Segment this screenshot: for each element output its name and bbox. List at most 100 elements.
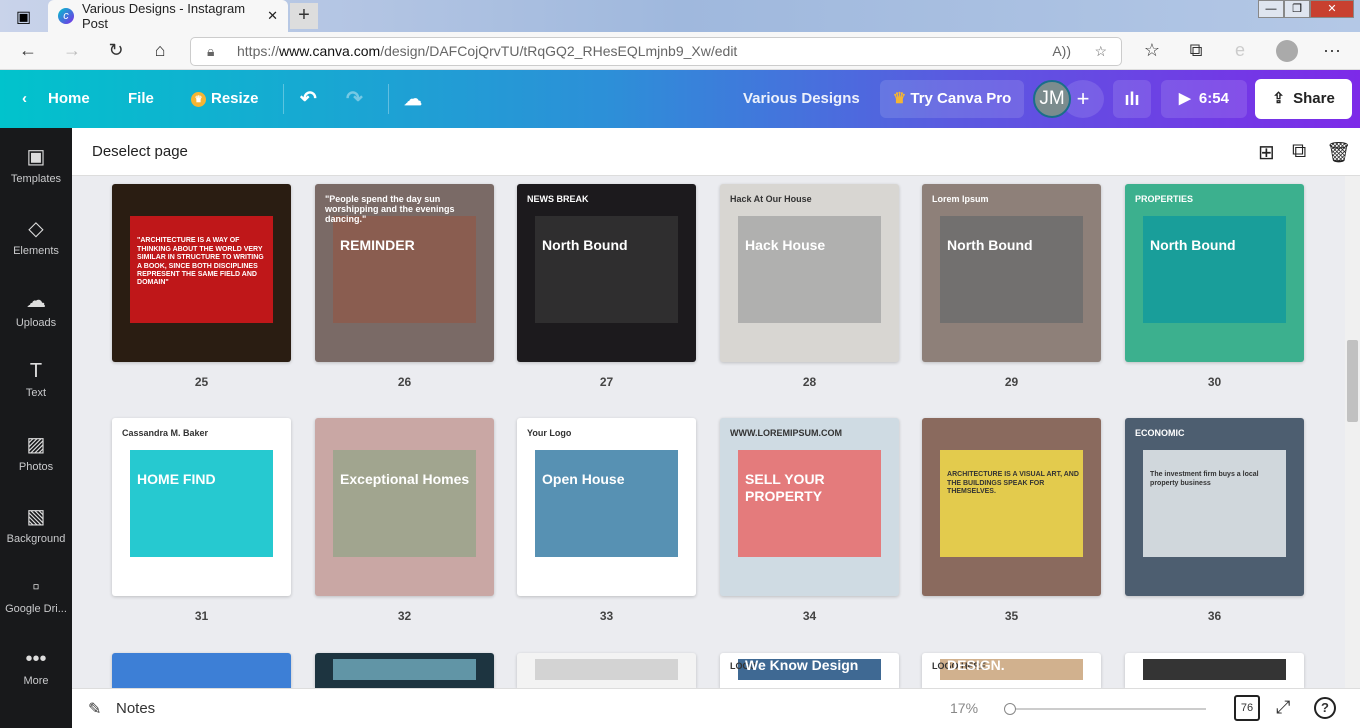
share-icon: ⇪ [1272, 90, 1285, 107]
sidebar-icon: ••• [25, 648, 47, 670]
deselect-page-button[interactable]: Deselect page [92, 143, 188, 160]
browser-tab-strip: ▣ c Various Designs - Instagram Post ✕ +… [0, 0, 1360, 32]
page-thumbnail[interactable]: Hack At Our House Hack House [720, 184, 899, 362]
favorites-icon[interactable]: ☆ [1140, 40, 1164, 61]
thumbnail-accent-block [737, 216, 882, 323]
read-aloud-icon[interactable]: A)) [1052, 38, 1071, 65]
close-tab-icon[interactable]: ✕ [267, 8, 278, 24]
design-title[interactable]: Various Designs [743, 70, 860, 128]
tab-actions-icon[interactable]: ▣ [16, 7, 31, 27]
sidebar-icon: ▧ [26, 506, 46, 528]
thumbnail-accent-block [534, 450, 679, 557]
page-thumbnail[interactable] [315, 653, 494, 688]
sidebar-icon: ▣ [26, 146, 46, 168]
page-thumbnail[interactable]: NEWS BREAK North Bound [517, 184, 696, 362]
profile-icon[interactable] [1276, 40, 1298, 62]
thumbnail-accent-block [332, 450, 477, 557]
thumbnail-title: North Bound [947, 237, 1033, 254]
sidebar-item-text[interactable]: T Text [0, 360, 72, 399]
page-thumbnail[interactable]: Exceptional Homes [315, 418, 494, 596]
thumbnail-accent-block [1142, 216, 1287, 323]
close-window-button[interactable]: ✕ [1310, 0, 1354, 18]
scrollbar-thumb[interactable] [1347, 340, 1358, 422]
sidebar-item-background[interactable]: ▧ Background [0, 504, 72, 545]
forward-icon[interactable]: → [60, 40, 84, 61]
sidebar-icon: ◇ [28, 218, 44, 240]
fullscreen-icon[interactable]: ⤢ [1276, 697, 1290, 718]
trash-icon[interactable]: 🗑︎ [1326, 140, 1351, 165]
page-thumbnail[interactable]: PROPERTIES North Bound [1125, 184, 1304, 362]
avatar[interactable]: JM [1033, 80, 1071, 118]
timer-label: 6:54 [1198, 90, 1229, 107]
ie-mode-icon[interactable]: e [1228, 40, 1252, 61]
thumbnail-title: Exceptional Homes [340, 471, 470, 488]
url-path: /design/DAFCojQrvTU/tRqGQ2_RHesEQLmjnb9_… [380, 43, 738, 59]
page-thumbnail[interactable] [112, 653, 291, 688]
page-thumbnail[interactable]: LOGO HERE DESIGN. [922, 653, 1101, 688]
help-button[interactable]: ? [1314, 697, 1336, 719]
undo-icon[interactable]: ↶ [300, 70, 317, 128]
page-thumbnail[interactable]: "ARCHITECTURE IS A WAY OF THINKING ABOUT… [112, 184, 291, 362]
page-thumbnail[interactable]: Lorem Ipsum North Bound [922, 184, 1101, 362]
page-thumbnail[interactable]: WWW.LOREMIPSUM.COM SELL YOUR PROPERTY [720, 418, 899, 596]
left-sidebar: ▣ Templates ◇ Elements ☁ Uploads T Text ▨ Photos ▧… [0, 128, 72, 728]
collections-icon[interactable]: ⧉ [1184, 40, 1208, 61]
url-input[interactable]: 🔒︎ https://www.canva.com/design/DAFCojQr… [190, 37, 1122, 66]
crown-icon: ♛ [892, 90, 907, 107]
restore-button[interactable]: ❐ [1284, 0, 1310, 18]
notes-button[interactable]: Notes [116, 700, 155, 717]
page-thumbnail[interactable]: Cassandra M. Baker HOME FIND [112, 418, 291, 596]
page-thumbnail[interactable] [1125, 653, 1304, 688]
home-icon[interactable]: ⌂ [148, 40, 172, 61]
notes-icon[interactable]: ✎ [88, 699, 101, 719]
tab-title: Various Designs - Instagram Post [82, 1, 246, 31]
more-menu-icon[interactable]: ··· [1320, 40, 1344, 61]
grid-view-button[interactable]: 76 [1234, 695, 1260, 721]
add-favorite-icon[interactable]: ☆ [1094, 38, 1107, 65]
redo-icon[interactable]: ↷ [346, 70, 363, 128]
page-thumbnail[interactable]: LOGO We Know Design [720, 653, 899, 688]
sidebar-label: Photos [18, 461, 54, 473]
try-canva-pro-button[interactable]: ♛ Try Canva Pro [880, 80, 1024, 118]
resize-button[interactable]: Resize [211, 70, 259, 128]
try-pro-label: Try Canva Pro [910, 90, 1012, 107]
page-thumbnail[interactable]: ECONOMIC The investment firm buys a local… [1125, 418, 1304, 596]
thumbnail-title: Hack House [745, 237, 826, 254]
present-button[interactable]: ▶ 6:54 [1161, 80, 1247, 118]
sidebar-item-templates[interactable]: ▣ Templates [0, 144, 72, 185]
add-page-icon[interactable]: ⊞ [1258, 140, 1275, 165]
refresh-icon[interactable]: ↻ [104, 40, 128, 61]
thumbnail-accent-block [1142, 659, 1287, 681]
sidebar-item-photos[interactable]: ▨ Photos [0, 432, 72, 473]
thumbnail-subtitle: NEWS BREAK [527, 194, 589, 204]
thumbnail-subtitle: "People spend the day sun worshipping an… [325, 194, 455, 224]
sidebar-label: More [23, 675, 49, 687]
page-thumbnail[interactable]: Your Logo Open House [517, 418, 696, 596]
zoom-level: 17% [950, 700, 979, 716]
duplicate-page-icon[interactable]: ⧉ [1292, 140, 1306, 163]
sidebar-item-elements[interactable]: ◇ Elements [0, 216, 72, 257]
thumbnail-title: HOME FIND [137, 471, 216, 488]
browser-tab[interactable]: c Various Designs - Instagram Post ✕ [48, 0, 288, 32]
new-tab-button[interactable]: + [290, 3, 318, 29]
sidebar-item-uploads[interactable]: ☁ Uploads [0, 288, 72, 329]
divider [283, 84, 284, 114]
zoom-slider[interactable] [1004, 703, 1206, 715]
page-number: 29 [1004, 375, 1019, 389]
file-menu-button[interactable]: File [128, 70, 154, 128]
share-button[interactable]: ⇪ Share [1255, 79, 1352, 119]
home-button[interactable]: Home [48, 70, 90, 128]
sidebar-icon: T [29, 360, 43, 382]
insights-icon[interactable]: ılı [1113, 80, 1151, 118]
page-thumbnail[interactable] [517, 653, 696, 688]
zoom-slider-handle[interactable] [1004, 703, 1016, 715]
scrollbar[interactable] [1345, 176, 1360, 688]
sidebar-item-google-dri[interactable]: ▫ Google Dri... [0, 576, 72, 615]
back-icon[interactable]: ← [16, 40, 40, 61]
page-thumbnail[interactable]: ARCHITECTURE IS A VISUAL ART, AND THE BU… [922, 418, 1101, 596]
minimize-button[interactable]: — [1258, 0, 1284, 18]
page-thumbnail[interactable]: "People spend the day sun worshipping an… [315, 184, 494, 362]
thumbnail-title: "ARCHITECTURE IS A WAY OF THINKING ABOUT… [137, 237, 264, 287]
sidebar-item-more[interactable]: ••• More [0, 648, 72, 687]
cloud-saved-icon[interactable]: ☁ [404, 70, 422, 128]
